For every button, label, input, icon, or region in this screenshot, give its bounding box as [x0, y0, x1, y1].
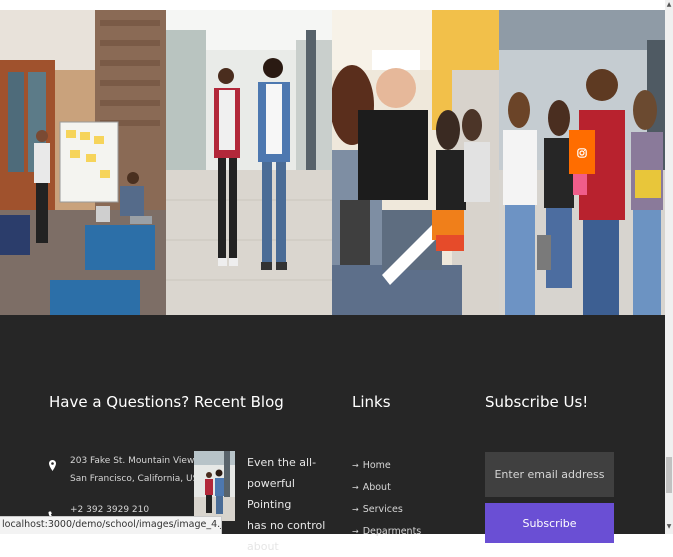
footer-link-services[interactable]: → Services — [352, 499, 421, 521]
blog-post-line-1: Even the all- — [247, 456, 317, 469]
blog-post-line-4: about — [247, 540, 279, 553]
footer-link-about[interactable]: → About — [352, 477, 421, 499]
footer-link-home[interactable]: → Home — [352, 455, 421, 477]
instagram-badge[interactable] — [569, 130, 595, 174]
browser-status-bar: localhost:3000/demo/school/images/image_… — [0, 516, 222, 534]
gallery-image-studying-students[interactable] — [332, 10, 499, 315]
arrow-right-icon: → — [352, 505, 359, 514]
address-line-1: 203 Fake St. Mountain View, — [70, 456, 198, 466]
subscribe-title: Subscribe Us! — [485, 393, 589, 411]
top-strip — [0, 0, 665, 10]
vertical-scrollbar[interactable] — [665, 0, 673, 534]
recent-blog-title: Recent Blog — [194, 393, 284, 411]
arrow-right-icon: → — [352, 461, 359, 470]
gallery-image-office[interactable] — [0, 10, 166, 315]
photo-gallery — [0, 10, 665, 315]
site-footer: Have a Questions? 203 Fake St. Mountain … — [0, 315, 665, 553]
blog-post-title[interactable]: Even the all- powerful Pointing has no c… — [247, 452, 329, 557]
footer-link-label: Home — [362, 460, 391, 471]
instagram-icon — [577, 143, 587, 162]
links-title: Links — [352, 393, 391, 411]
address-line-2: San Francisco, California, USA — [70, 474, 205, 484]
footer-link-label: Services — [362, 504, 403, 515]
footer-link-departments[interactable]: → Deparments — [352, 521, 421, 543]
arrow-right-icon: → — [352, 483, 359, 492]
footer-link-label: About — [362, 482, 391, 493]
gallery-image-walking-students[interactable] — [166, 10, 332, 315]
arrow-right-icon: → — [352, 527, 359, 536]
blog-post-line-2: powerful Pointing — [247, 477, 295, 511]
questions-title: Have a Questions? — [49, 393, 190, 411]
scrollbar-thumb[interactable] — [666, 457, 672, 493]
footer-links-list: → Home → About → Services → Deparments — [352, 455, 421, 543]
email-input[interactable] — [485, 452, 614, 497]
scroll-down-arrow-icon[interactable]: ▼ — [665, 522, 673, 532]
subscribe-button[interactable]: Subscribe — [485, 503, 614, 543]
footer-link-label: Deparments — [362, 526, 422, 537]
blog-post-thumbnail[interactable] — [194, 451, 235, 521]
blog-post-line-3: has no control — [247, 519, 326, 532]
map-pin-icon — [49, 456, 56, 475]
scroll-up-arrow-icon[interactable]: ▲ — [665, 0, 673, 10]
